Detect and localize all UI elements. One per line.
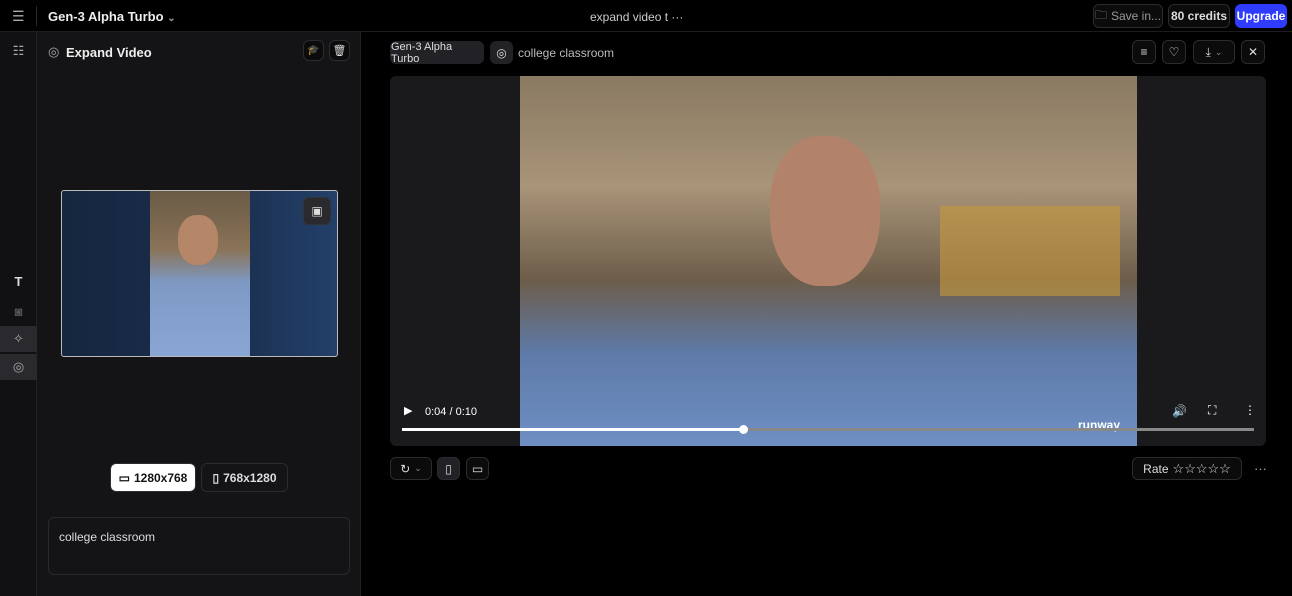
doc-title-text: expand video t <box>590 10 669 24</box>
output-area: Gen-3 Alpha Turbo ◎ college classroom ≡ … <box>362 32 1292 596</box>
source-video-frame <box>150 191 250 356</box>
chevron-down-icon: ⌄ <box>167 13 176 24</box>
seek-thumb[interactable] <box>738 425 748 434</box>
upgrade-label: Upgrade <box>1236 9 1286 23</box>
more-options-icon[interactable]: ⋮ <box>1244 403 1256 417</box>
expand-icon[interactable]: ◎ <box>0 354 37 380</box>
expand-video-panel: ◎ Expand Video 🎓 🗑 ▣ ▭ 1280x768 ▯ 768x1280… <box>37 32 361 596</box>
favorite-button[interactable]: ♡ <box>1162 40 1186 64</box>
folder-icon: 🗀 <box>1094 7 1107 22</box>
model-chip-label: Gen-3 Alpha Turbo <box>391 40 453 65</box>
graduation-cap-icon: 🎓 <box>307 45 320 56</box>
image-upload-button[interactable]: ▣ <box>303 197 331 225</box>
star-icon[interactable]: ☆ <box>1184 461 1196 476</box>
portrait-icon: ▯ <box>212 470 220 485</box>
prompt-input[interactable]: college classroom <box>48 517 350 575</box>
ratio-768x1280-button[interactable]: ▯ 768x1280 <box>201 463 288 492</box>
panel-title: Expand Video <box>66 45 152 60</box>
fullscreen-icon[interactable]: ⛶ <box>1208 403 1216 418</box>
seek-progress <box>402 428 743 431</box>
download-button[interactable]: ⤓ ⌄ <box>1193 40 1235 64</box>
credits-label: 80 credits <box>1170 9 1228 23</box>
frame-icon: ▯ <box>445 461 452 476</box>
star-icon[interactable]: ☆ <box>1196 461 1208 476</box>
document-title[interactable]: expand video t ··· <box>590 10 683 24</box>
heart-icon: ♡ <box>1168 45 1180 59</box>
video-frame: runway <box>520 76 1137 446</box>
model-chip: Gen-3 Alpha Turbo <box>390 40 484 65</box>
save-in-button[interactable]: 🗀 Save in... <box>1093 4 1163 28</box>
volume-icon[interactable]: 🔊 <box>1172 404 1187 418</box>
refresh-icon: ↻ <box>400 461 411 476</box>
output-prompt: college classroom <box>518 46 615 60</box>
ratio-1280x768-button[interactable]: ▭ 1280x768 <box>110 463 196 492</box>
magic-wand-icon[interactable]: ✧ <box>0 326 37 352</box>
tool-rail: ☷ T ◙ ✧ ◎ <box>0 32 37 596</box>
star-icon[interactable]: ☆ <box>1208 461 1220 476</box>
credits-button[interactable]: 80 credits <box>1168 4 1230 28</box>
rating-widget: Rate ☆☆☆☆☆ <box>1132 457 1242 480</box>
chevron-down-icon: ⌄ <box>1214 46 1223 57</box>
upgrade-button[interactable]: Upgrade <box>1235 4 1287 28</box>
text-tool-icon[interactable]: T <box>0 268 37 294</box>
video-player[interactable]: runway ▶ 0:04 / 0:10 🔊 ⛶ ⋮ <box>390 76 1266 446</box>
divider <box>36 6 37 26</box>
download-icon: ⤓ <box>1205 44 1211 59</box>
delete-button[interactable]: 🗑 <box>329 40 350 61</box>
rate-label: Rate <box>1143 461 1169 476</box>
expand-icon: ◎ <box>48 44 60 59</box>
time-display: 0:04 / 0:10 <box>425 406 477 418</box>
extend-button[interactable]: ▯ <box>437 457 460 480</box>
trash-icon: 🗑 <box>332 45 347 57</box>
video-preview-canvas[interactable]: ▣ <box>61 190 338 357</box>
person-face <box>770 136 880 286</box>
star-icon[interactable]: ☆ <box>1173 461 1185 476</box>
close-icon: ✕ <box>1247 45 1259 59</box>
chevron-down-icon: ⌄ <box>414 463 422 473</box>
camera-icon[interactable]: ◙ <box>0 298 37 324</box>
menu-icon[interactable]: ☰ <box>12 8 25 25</box>
seek-bar[interactable] <box>402 425 1254 434</box>
more-icon[interactable]: ··· <box>671 10 683 24</box>
video-to-video-button[interactable]: ▭ <box>466 457 489 480</box>
assets-icon[interactable]: ☷ <box>0 38 37 64</box>
top-bar: ☰ Gen-3 Alpha Turbo ⌄ expand video t ···… <box>0 0 1292 32</box>
list-icon: ≡ <box>1140 45 1148 59</box>
regenerate-button[interactable]: ↻ ⌄ <box>390 457 432 480</box>
video-camera-icon: ▭ <box>471 461 484 476</box>
save-label: Save in... <box>1110 9 1162 23</box>
prompt-text: college classroom <box>59 530 156 544</box>
play-icon[interactable]: ▶ <box>404 404 412 417</box>
landscape-icon: ▭ <box>118 470 130 485</box>
ratio-label: 768x1280 <box>223 470 277 485</box>
close-button[interactable]: ✕ <box>1241 40 1265 64</box>
stars: ☆☆☆☆☆ <box>1173 461 1231 477</box>
details-button[interactable]: ≡ <box>1132 40 1156 64</box>
model-selector[interactable]: Gen-3 Alpha Turbo ⌄ <box>48 9 176 24</box>
expand-icon: ◎ <box>490 41 513 64</box>
tutorial-button[interactable]: 🎓 <box>303 40 324 61</box>
wall-posters <box>940 206 1120 296</box>
model-label: Gen-3 Alpha Turbo <box>48 9 164 24</box>
more-icon[interactable]: ··· <box>1254 461 1267 476</box>
image-icon: ▣ <box>311 204 323 218</box>
ratio-label: 1280x768 <box>133 470 188 485</box>
person-face <box>178 215 218 265</box>
star-icon[interactable]: ☆ <box>1219 461 1231 476</box>
